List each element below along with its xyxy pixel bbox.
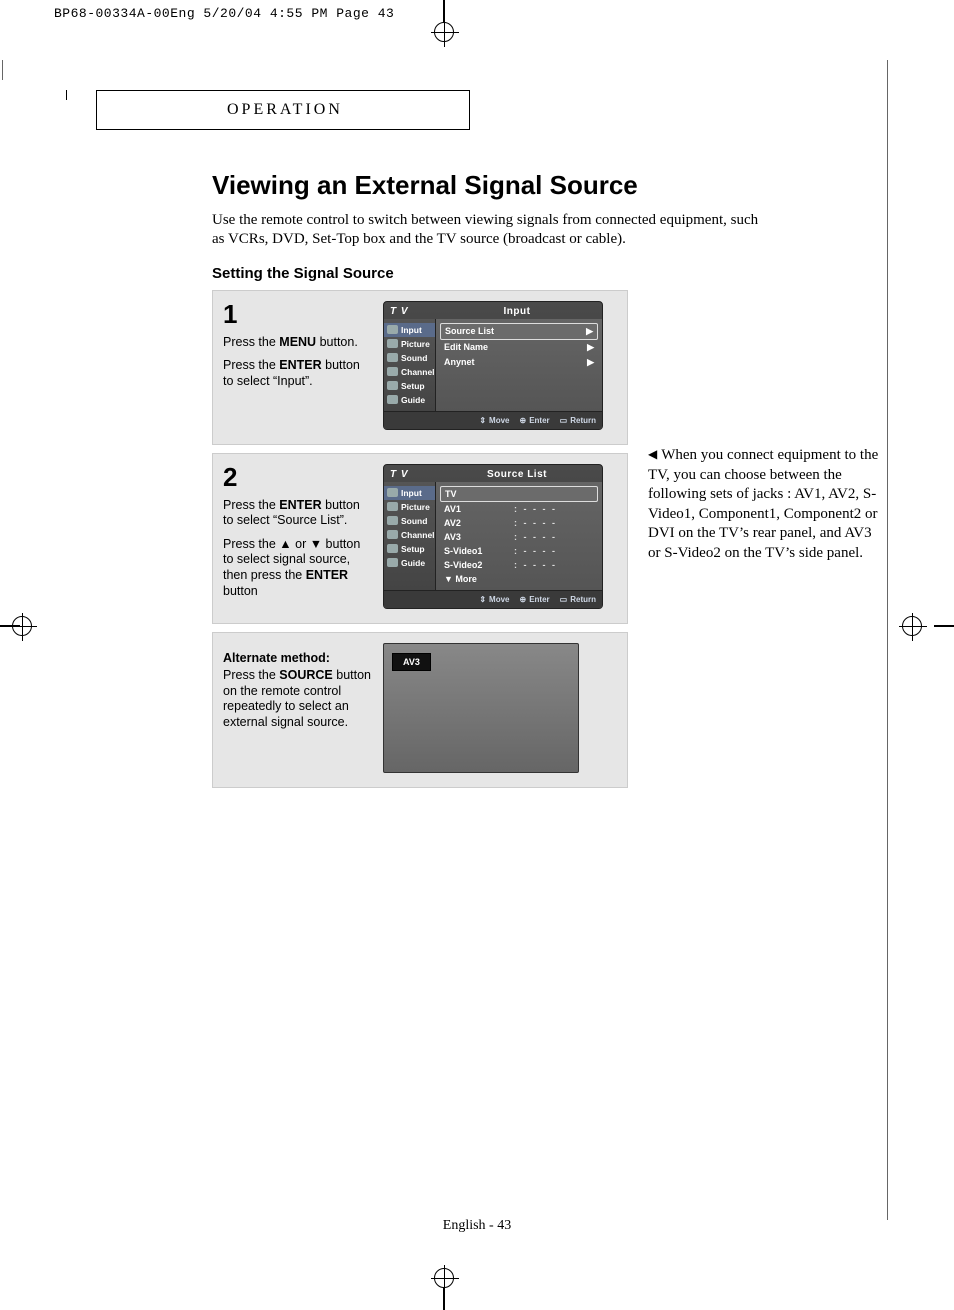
step-2-number: 2 <box>223 464 373 490</box>
osd-foot-enter: Enter <box>520 416 550 425</box>
osd-side-picture-2: Picture <box>384 500 435 514</box>
print-slug: BP68-00334A-00Eng 5/20/04 4:55 PM Page 4… <box>54 6 394 21</box>
intro-text: Use the remote control to switch between… <box>212 211 772 249</box>
osd-side-input-2: Input <box>384 486 435 500</box>
osd-row-av1: AV1: - - - - <box>440 502 598 516</box>
osd-side-channel-2: Channel <box>384 528 435 542</box>
osd-foot-return: Return <box>560 416 596 425</box>
osd-foot-enter-2: Enter <box>520 595 550 604</box>
osd-side-setup-2: Setup <box>384 542 435 556</box>
step-1-line-2: Press the ENTER button to select “Input”… <box>223 358 373 389</box>
crop-mark-bottom <box>424 1270 464 1310</box>
osd-row-svideo1: S-Video1: - - - - <box>440 544 598 558</box>
alternate-body: Press the SOURCE button on the remote co… <box>223 668 373 731</box>
page-edge-left <box>2 60 3 80</box>
osd-row-svideo2: S-Video2: - - - - <box>440 558 598 572</box>
osd-side-guide: Guide <box>384 393 435 407</box>
osd-pill-av3: AV3 <box>392 653 431 671</box>
crop-mark-right <box>902 616 942 636</box>
osd-row-tv: TV <box>440 486 598 502</box>
alternate-heading: Alternate method: <box>223 651 373 667</box>
osd-row-sourcelist: Source List▶ <box>440 323 598 340</box>
osd-step-2: T VSource List Input Picture Sound Chann… <box>383 464 603 609</box>
page-footer: English - 43 <box>0 1218 954 1234</box>
step-alternate: Alternate method: Press the SOURCE butto… <box>212 632 628 788</box>
osd-foot-return-2: Return <box>560 595 596 604</box>
osd-foot-move: Move <box>479 416 509 425</box>
section-tab-label: OPERATION <box>227 101 343 119</box>
side-note: ◀When you connect equipment to the TV, y… <box>648 446 882 563</box>
osd-row-editname: Edit Name▶ <box>440 340 598 355</box>
page-edge-right <box>887 60 888 1220</box>
osd-side-guide-2: Guide <box>384 556 435 570</box>
page-title: Viewing an External Signal Source <box>212 170 872 201</box>
osd-row-av2: AV2: - - - - <box>440 516 598 530</box>
step-2-line-1: Press the ENTER button to select “Source… <box>223 498 373 529</box>
osd-foot-move-2: Move <box>479 595 509 604</box>
osd-side-sound: Sound <box>384 351 435 365</box>
osd-side-setup: Setup <box>384 379 435 393</box>
osd-step-1: T VInput Input Picture Sound Channel Set… <box>383 301 603 430</box>
osd-side-input: Input <box>384 323 435 337</box>
osd-tv-label-2: T V <box>390 469 438 480</box>
step-2-line-2: Press the ▲ or ▼ button to select signal… <box>223 537 373 600</box>
osd-title-input: Input <box>438 306 596 317</box>
crop-mark-left <box>12 616 52 636</box>
osd-tv-label: T V <box>390 306 438 317</box>
osd-side-sound-2: Sound <box>384 514 435 528</box>
osd-row-more: ▼ More <box>440 572 598 586</box>
section-tab: OPERATION <box>96 90 470 130</box>
osd-side-channel: Channel <box>384 365 435 379</box>
left-triangle-icon: ◀ <box>648 447 657 463</box>
osd-side-picture: Picture <box>384 337 435 351</box>
tab-tick <box>66 90 67 100</box>
step-1: 1 Press the MENU button. Press the ENTER… <box>212 290 628 445</box>
crop-mark-top <box>424 0 464 40</box>
osd-alternate: AV3 <box>383 643 579 773</box>
step-2: 2 Press the ENTER button to select “Sour… <box>212 453 628 624</box>
step-1-line-1: Press the MENU button. <box>223 335 373 351</box>
step-1-number: 1 <box>223 301 373 327</box>
subheading: Setting the Signal Source <box>212 265 872 282</box>
osd-row-anynet: Anynet▶ <box>440 355 598 370</box>
osd-row-av3: AV3: - - - - <box>440 530 598 544</box>
osd-title-sourcelist: Source List <box>438 469 596 480</box>
